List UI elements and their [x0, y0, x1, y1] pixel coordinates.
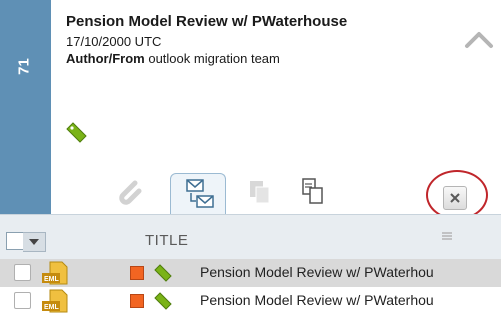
file-type-label: EML [44, 304, 60, 311]
select-all-checkbox[interactable] [6, 232, 24, 250]
tag-icon[interactable] [152, 263, 174, 283]
tag-icon[interactable] [63, 120, 89, 146]
author-label: Author/From [66, 51, 145, 66]
table-row[interactable]: EML Pension Model Review w/ PWaterhou [0, 259, 501, 287]
row-checkbox[interactable] [14, 264, 31, 281]
column-menu-icon[interactable] [441, 228, 453, 240]
email-thread-tab[interactable] [170, 173, 226, 214]
item-title: Pension Model Review w/ PWaterhouse [66, 13, 348, 30]
table-row[interactable]: EML Pension Model Review w/ PWaterhou [0, 287, 501, 322]
item-index-number: 71 [15, 58, 33, 75]
eml-file-icon: EML [40, 289, 70, 313]
author-value: outlook migration team [148, 51, 280, 66]
close-button[interactable] [443, 186, 467, 210]
paperclip-icon[interactable] [111, 175, 147, 209]
collapse-chevron-icon[interactable] [464, 28, 494, 52]
copy-icon[interactable] [242, 175, 278, 209]
select-options-dropdown[interactable] [23, 232, 46, 252]
row-title: Pension Model Review w/ PWaterhou [200, 264, 434, 280]
item-author: Author/From outlook migration team [66, 51, 280, 66]
row-checkbox[interactable] [14, 292, 31, 309]
file-type-label: EML [44, 276, 60, 283]
tag-icon[interactable] [152, 291, 174, 311]
eml-file-icon: EML [40, 261, 70, 285]
row-title: Pension Model Review w/ PWaterhou [200, 292, 434, 308]
email-thread-icon [186, 179, 214, 208]
list-header [0, 214, 501, 260]
chevron-down-icon [29, 239, 39, 245]
column-header-title[interactable]: TITLE [145, 232, 188, 249]
flag-icon[interactable] [130, 266, 144, 280]
paste-icon[interactable] [295, 175, 331, 209]
item-date: 17/10/2000 UTC [66, 34, 162, 49]
flag-icon[interactable] [130, 294, 144, 308]
item-index-strip: 71 [0, 0, 51, 214]
close-icon [450, 193, 460, 203]
